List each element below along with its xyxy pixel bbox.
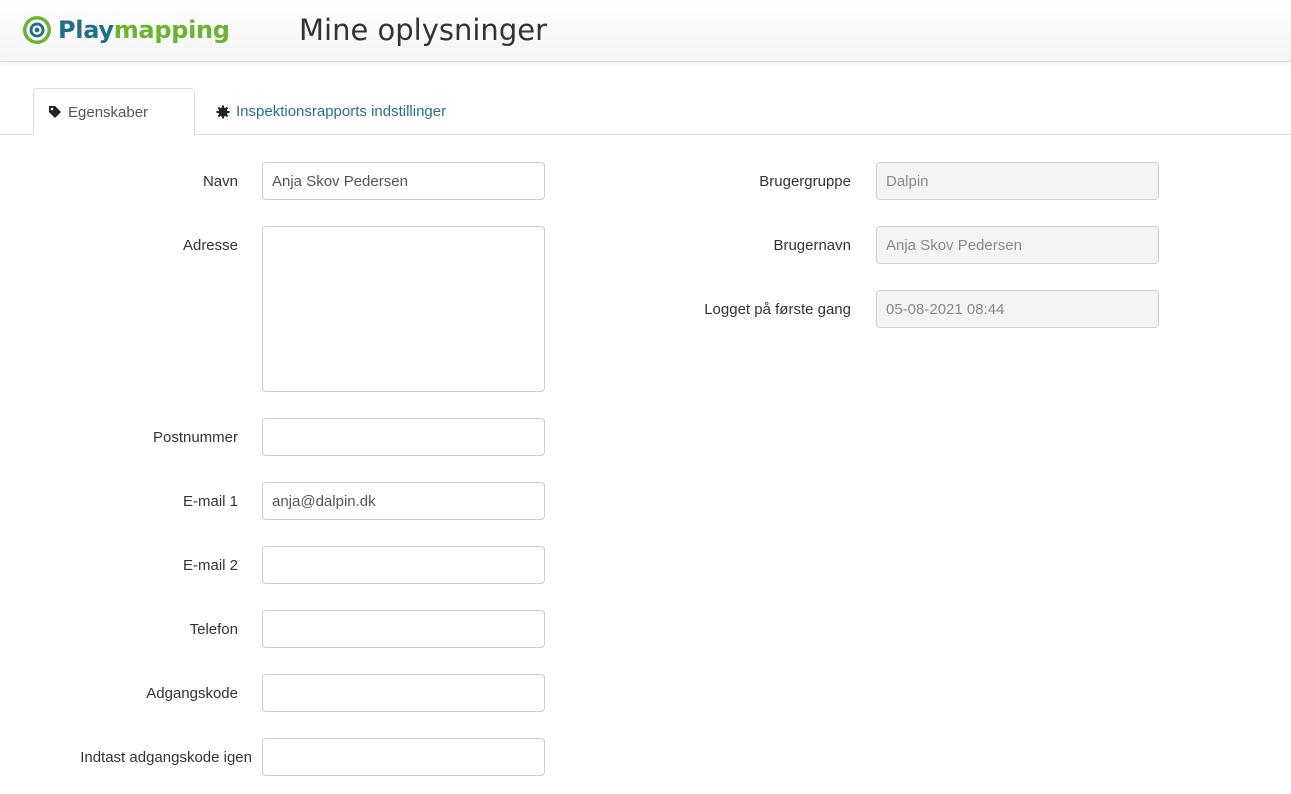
email1-label: E-mail 1 — [182, 493, 238, 510]
tab-label: Egenskaber — [68, 103, 149, 121]
telefon-label: Telefon — [189, 621, 238, 638]
navn-input[interactable] — [262, 162, 545, 200]
adresse-label: Adresse — [182, 237, 238, 254]
email1-input[interactable] — [262, 482, 545, 520]
app-header: Playmapping Mine oplysninger — [0, 0, 1291, 62]
playmapping-logo[interactable]: Playmapping — [22, 12, 230, 48]
page-title: Mine oplysninger — [299, 13, 547, 47]
adgangskode-input[interactable] — [262, 674, 545, 712]
tab-inspektionsrapports-indstillinger[interactable]: Inspektionsrapports indstillinger — [202, 88, 460, 135]
telefon-input[interactable] — [262, 610, 545, 648]
tab-bar: Egenskaber Inspektionsrapports indstilli… — [0, 88, 1291, 136]
navn-label: Navn — [202, 173, 238, 190]
tab-egenskaber[interactable]: Egenskaber — [33, 88, 195, 136]
logget-label: Logget på første gang — [704, 301, 851, 318]
adresse-textarea[interactable] — [262, 226, 545, 392]
gear-icon — [216, 105, 230, 118]
brugernavn-field — [876, 226, 1159, 264]
brugergruppe-field — [876, 162, 1159, 200]
email2-label: E-mail 2 — [182, 557, 238, 574]
logo-text: Playmapping — [58, 16, 230, 44]
postnummer-input[interactable] — [262, 418, 545, 456]
brugergruppe-label: Brugergruppe — [759, 173, 851, 190]
postnummer-label: Postnummer — [152, 429, 238, 446]
logo-text-play: Play — [58, 16, 114, 44]
tab-label: Inspektionsrapports indstillinger — [236, 103, 447, 120]
adgangskode-igen-label: Indtast adgangskode igen — [80, 749, 252, 766]
brugernavn-label: Brugernavn — [773, 237, 851, 254]
logo-icon — [23, 16, 51, 44]
logget-field — [876, 290, 1159, 328]
adgangskode-igen-input[interactable] — [262, 738, 545, 776]
adgangskode-label: Adgangskode — [146, 685, 238, 702]
email2-input[interactable] — [262, 546, 545, 584]
logo-text-mapping: mapping — [113, 16, 230, 44]
tag-icon — [49, 106, 61, 118]
